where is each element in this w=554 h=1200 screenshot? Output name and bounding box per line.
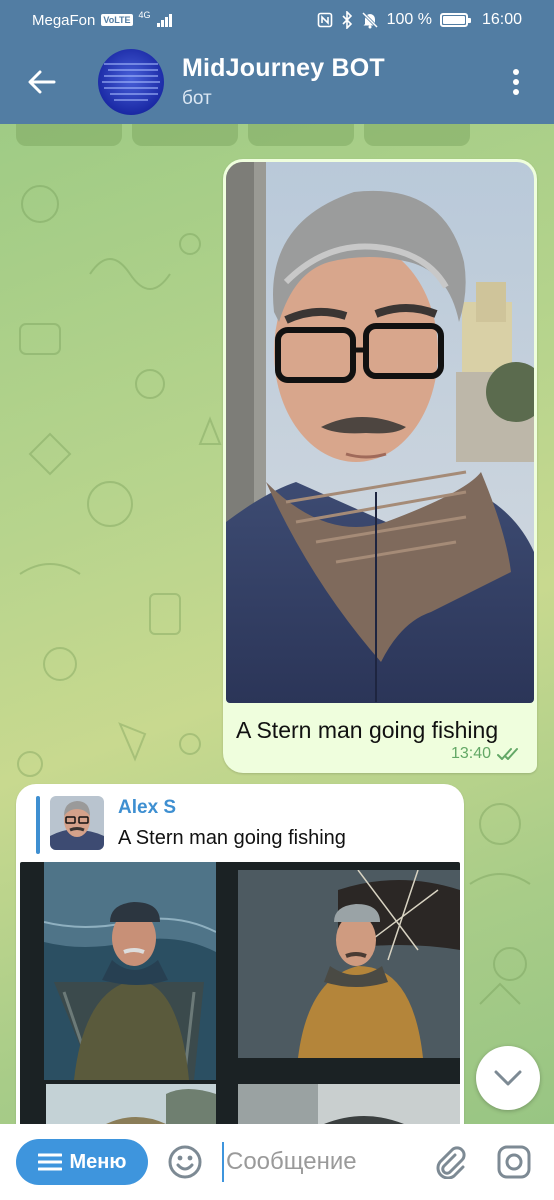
chat-area[interactable]: A Stern man going fishing 13:40 Alex S A… xyxy=(0,124,554,1124)
chat-subtitle: бот xyxy=(182,88,212,109)
bot-button[interactable] xyxy=(16,124,122,146)
grid-image-4[interactable] xyxy=(238,1084,460,1124)
message-caption: A Stern man going fishing xyxy=(236,717,499,743)
incoming-message[interactable]: Alex S A Stern man going fishing xyxy=(16,784,464,1124)
header-titles[interactable]: MidJourney BOT бот xyxy=(182,54,385,110)
emoji-button[interactable] xyxy=(166,1143,204,1181)
bot-keyboard-buttons xyxy=(16,124,470,146)
message-time: 13:40 xyxy=(450,745,491,762)
grid-image-1[interactable] xyxy=(44,862,216,1080)
input-bar: Меню xyxy=(0,1124,554,1200)
reply-author: Alex S xyxy=(118,797,177,818)
reply-bar xyxy=(36,796,40,854)
battery-icon xyxy=(439,13,471,27)
portrait-photo xyxy=(226,162,534,703)
attach-button[interactable] xyxy=(430,1142,470,1182)
status-left: MegaFon VoLTE 4G xyxy=(32,10,172,29)
chat-title: MidJourney BOT xyxy=(182,54,385,82)
grid-image-2[interactable] xyxy=(238,870,460,1058)
scroll-down-button[interactable] xyxy=(476,1046,540,1110)
bot-button[interactable] xyxy=(248,124,354,146)
battery-fill xyxy=(442,16,465,24)
volte-badge: VoLTE xyxy=(101,14,133,26)
bot-button[interactable] xyxy=(364,124,470,146)
bluetooth-icon xyxy=(342,11,352,29)
paperclip-icon xyxy=(436,1146,466,1179)
menu-label: Меню xyxy=(69,1150,127,1173)
status-right: 100 % 16:00 xyxy=(317,11,522,29)
reply-thumbnail xyxy=(50,796,104,850)
more-button[interactable] xyxy=(478,40,554,124)
reply-preview[interactable]: Alex S A Stern man going fishing xyxy=(36,796,460,854)
double-check-icon xyxy=(497,748,518,760)
chevron-down-icon xyxy=(494,1070,522,1086)
bot-button[interactable] xyxy=(132,124,238,146)
menu-icon xyxy=(37,1153,62,1171)
arrow-left-icon xyxy=(28,70,56,94)
signal-icon xyxy=(156,13,172,27)
back-button[interactable] xyxy=(0,40,84,124)
clock: 16:00 xyxy=(481,11,522,28)
smile-icon xyxy=(168,1145,202,1179)
menu-button[interactable]: Меню xyxy=(16,1139,148,1185)
reply-message: A Stern man going fishing xyxy=(118,827,346,849)
message-photo[interactable] xyxy=(226,162,534,703)
carrier-label: MegaFon xyxy=(32,11,96,29)
chat-header: MidJourney BOT бот xyxy=(0,40,554,124)
reply-text-block: Alex S A Stern man going fishing xyxy=(118,796,346,854)
mute-bell-icon xyxy=(361,11,378,29)
image-grid[interactable] xyxy=(20,862,460,1124)
status-bar: MegaFon VoLTE 4G 100 % 16:00 xyxy=(0,0,554,40)
camera-button[interactable] xyxy=(494,1142,534,1182)
grid-image-3[interactable] xyxy=(46,1084,216,1124)
battery-percent: 100 % xyxy=(386,11,432,28)
nfc-icon xyxy=(317,12,332,28)
message-input[interactable] xyxy=(222,1142,412,1182)
bot-avatar[interactable] xyxy=(98,49,164,115)
more-vertical-icon xyxy=(513,69,519,95)
camera-icon xyxy=(497,1145,531,1179)
outgoing-message[interactable]: A Stern man going fishing 13:40 xyxy=(223,159,537,773)
network-type: 4G xyxy=(138,10,151,20)
message-meta: 13:40 xyxy=(451,745,523,763)
